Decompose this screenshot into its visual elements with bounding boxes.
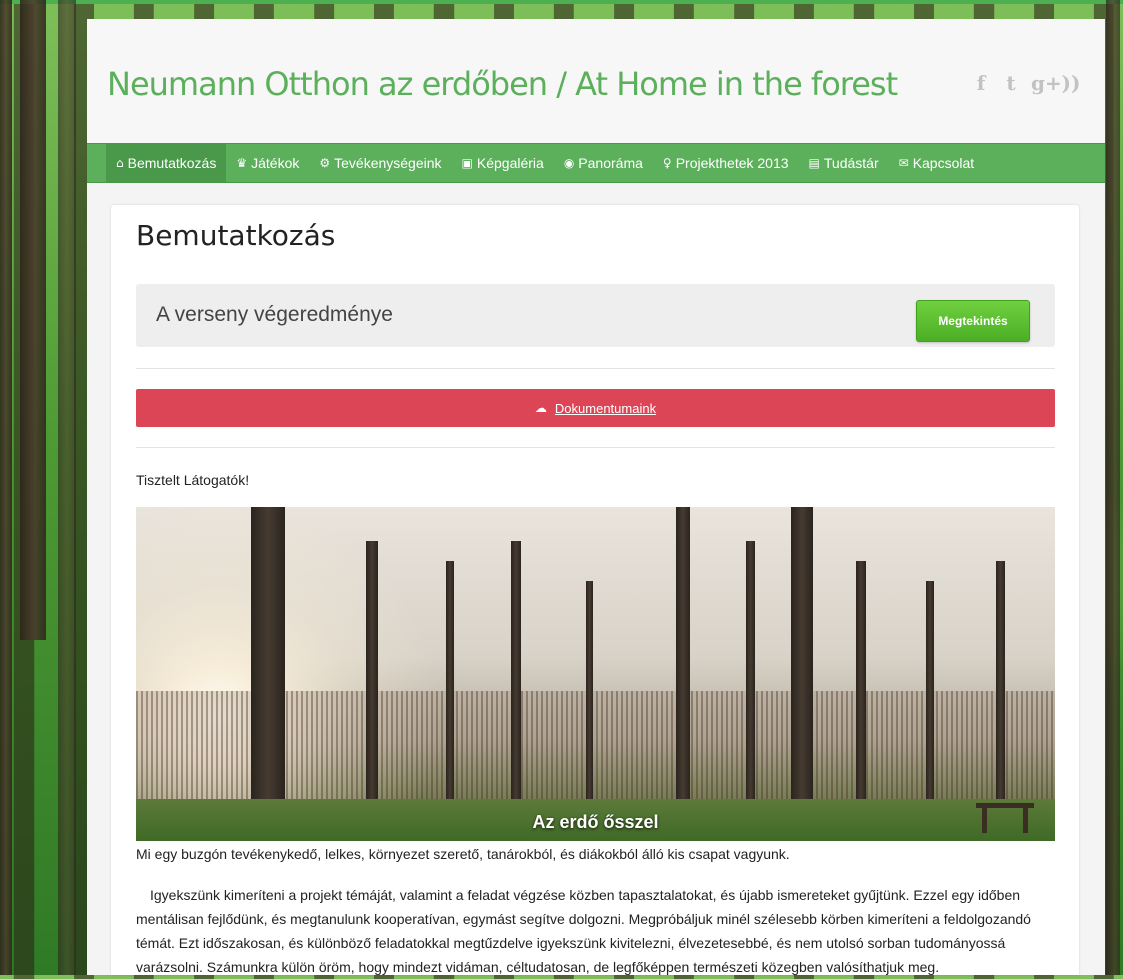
lightbulb-icon: ♀	[662, 156, 672, 170]
photo-tree-trunk	[511, 541, 521, 841]
nav-item-kapcsolat[interactable]: ✉ Kapcsolat	[889, 144, 985, 182]
background-tree	[20, 0, 46, 640]
site-title[interactable]: Neumann Otthon az erdőben / At Home in t…	[107, 65, 898, 103]
nav-item-label: Panoráma	[578, 155, 643, 171]
envelope-icon: ✉	[898, 156, 909, 170]
twitter-icon[interactable]: t	[1001, 73, 1021, 93]
body-paragraph: Igyekszünk kimeríteni a projekt témáját,…	[136, 887, 1031, 975]
nav-item-bemutatkozas[interactable]: ⌂ Bemutatkozás	[106, 144, 227, 182]
nav-item-label: Projekthetek 2013	[675, 155, 789, 171]
home-icon: ⌂	[116, 156, 124, 170]
picture-icon: ▣	[461, 156, 473, 170]
background-tree	[0, 0, 12, 975]
background-tree	[1106, 0, 1120, 975]
cloud-download-icon: ☁	[534, 401, 547, 415]
nav-list: ⌂ Bemutatkozás ♛ Játékok ⚙ Tevékenységei…	[87, 144, 1105, 182]
documents-button[interactable]: ☁ Dokumentumaink	[136, 389, 1055, 427]
main-navigation: ⌂ Bemutatkozás ♛ Játékok ⚙ Tevékenységei…	[87, 143, 1105, 183]
photo-tree-trunk	[676, 507, 690, 841]
divider	[136, 447, 1055, 448]
eye-icon: ◉	[563, 156, 575, 170]
nav-item-label: Tudástár	[823, 155, 879, 171]
result-callout-text: A verseny végeredménye	[156, 303, 393, 326]
nav-item-tevekenysegeink[interactable]: ⚙ Tevékenységeink	[309, 144, 451, 182]
nav-item-label: Tevékenységeink	[334, 155, 442, 171]
rss-icon[interactable]: ))	[1061, 73, 1081, 93]
photo-tree-trunk	[251, 507, 285, 841]
page-title: Bemutatkozás	[136, 219, 336, 252]
site-header: Neumann Otthon az erdőben / At Home in t…	[87, 19, 1105, 143]
main-content: Bemutatkozás A verseny végeredménye Megt…	[111, 205, 1079, 975]
photo-caption: Az erdő ősszel	[532, 812, 659, 832]
social-links: f t g+ ))	[971, 73, 1081, 93]
nav-item-kepgaleria[interactable]: ▣ Képgaléria	[452, 144, 554, 182]
background-tree	[58, 0, 76, 975]
book-icon: ▤	[808, 156, 820, 170]
nav-item-label: Játékok	[251, 155, 300, 171]
intro-paragraph: Mi egy buzgón tevékenykedő, lelkes, körn…	[136, 846, 790, 862]
photo-tree-trunk	[746, 541, 755, 841]
nav-item-jatekok[interactable]: ♛ Játékok	[226, 144, 309, 182]
result-callout: A verseny végeredménye Megtekintés	[136, 284, 1055, 347]
nav-item-label: Bemutatkozás	[127, 155, 217, 171]
divider	[136, 368, 1055, 369]
nav-item-label: Képgaléria	[476, 155, 544, 171]
view-results-button[interactable]: Megtekintés	[916, 300, 1030, 342]
greeting-text: Tisztelt Látogatók!	[136, 472, 250, 488]
cogs-icon: ⚙	[319, 156, 331, 170]
facebook-icon[interactable]: f	[971, 73, 991, 93]
nav-item-tudastar[interactable]: ▤ Tudástár	[799, 144, 889, 182]
top-accent-strip	[0, 0, 1123, 4]
nav-item-projekthetek[interactable]: ♀ Projekthetek 2013	[653, 144, 799, 182]
trophy-icon: ♛	[236, 156, 248, 170]
page-container: Neumann Otthon az erdőben / At Home in t…	[87, 19, 1105, 975]
google-plus-icon[interactable]: g+	[1031, 73, 1062, 93]
forest-photo: Az erdő ősszel	[136, 507, 1055, 841]
photo-tree-trunk	[366, 541, 378, 841]
photo-tree-trunk	[791, 507, 813, 841]
nav-item-panorama[interactable]: ◉ Panoráma	[554, 144, 653, 182]
nav-item-label: Kapcsolat	[912, 155, 975, 171]
documents-link[interactable]: Dokumentumaink	[555, 401, 656, 416]
